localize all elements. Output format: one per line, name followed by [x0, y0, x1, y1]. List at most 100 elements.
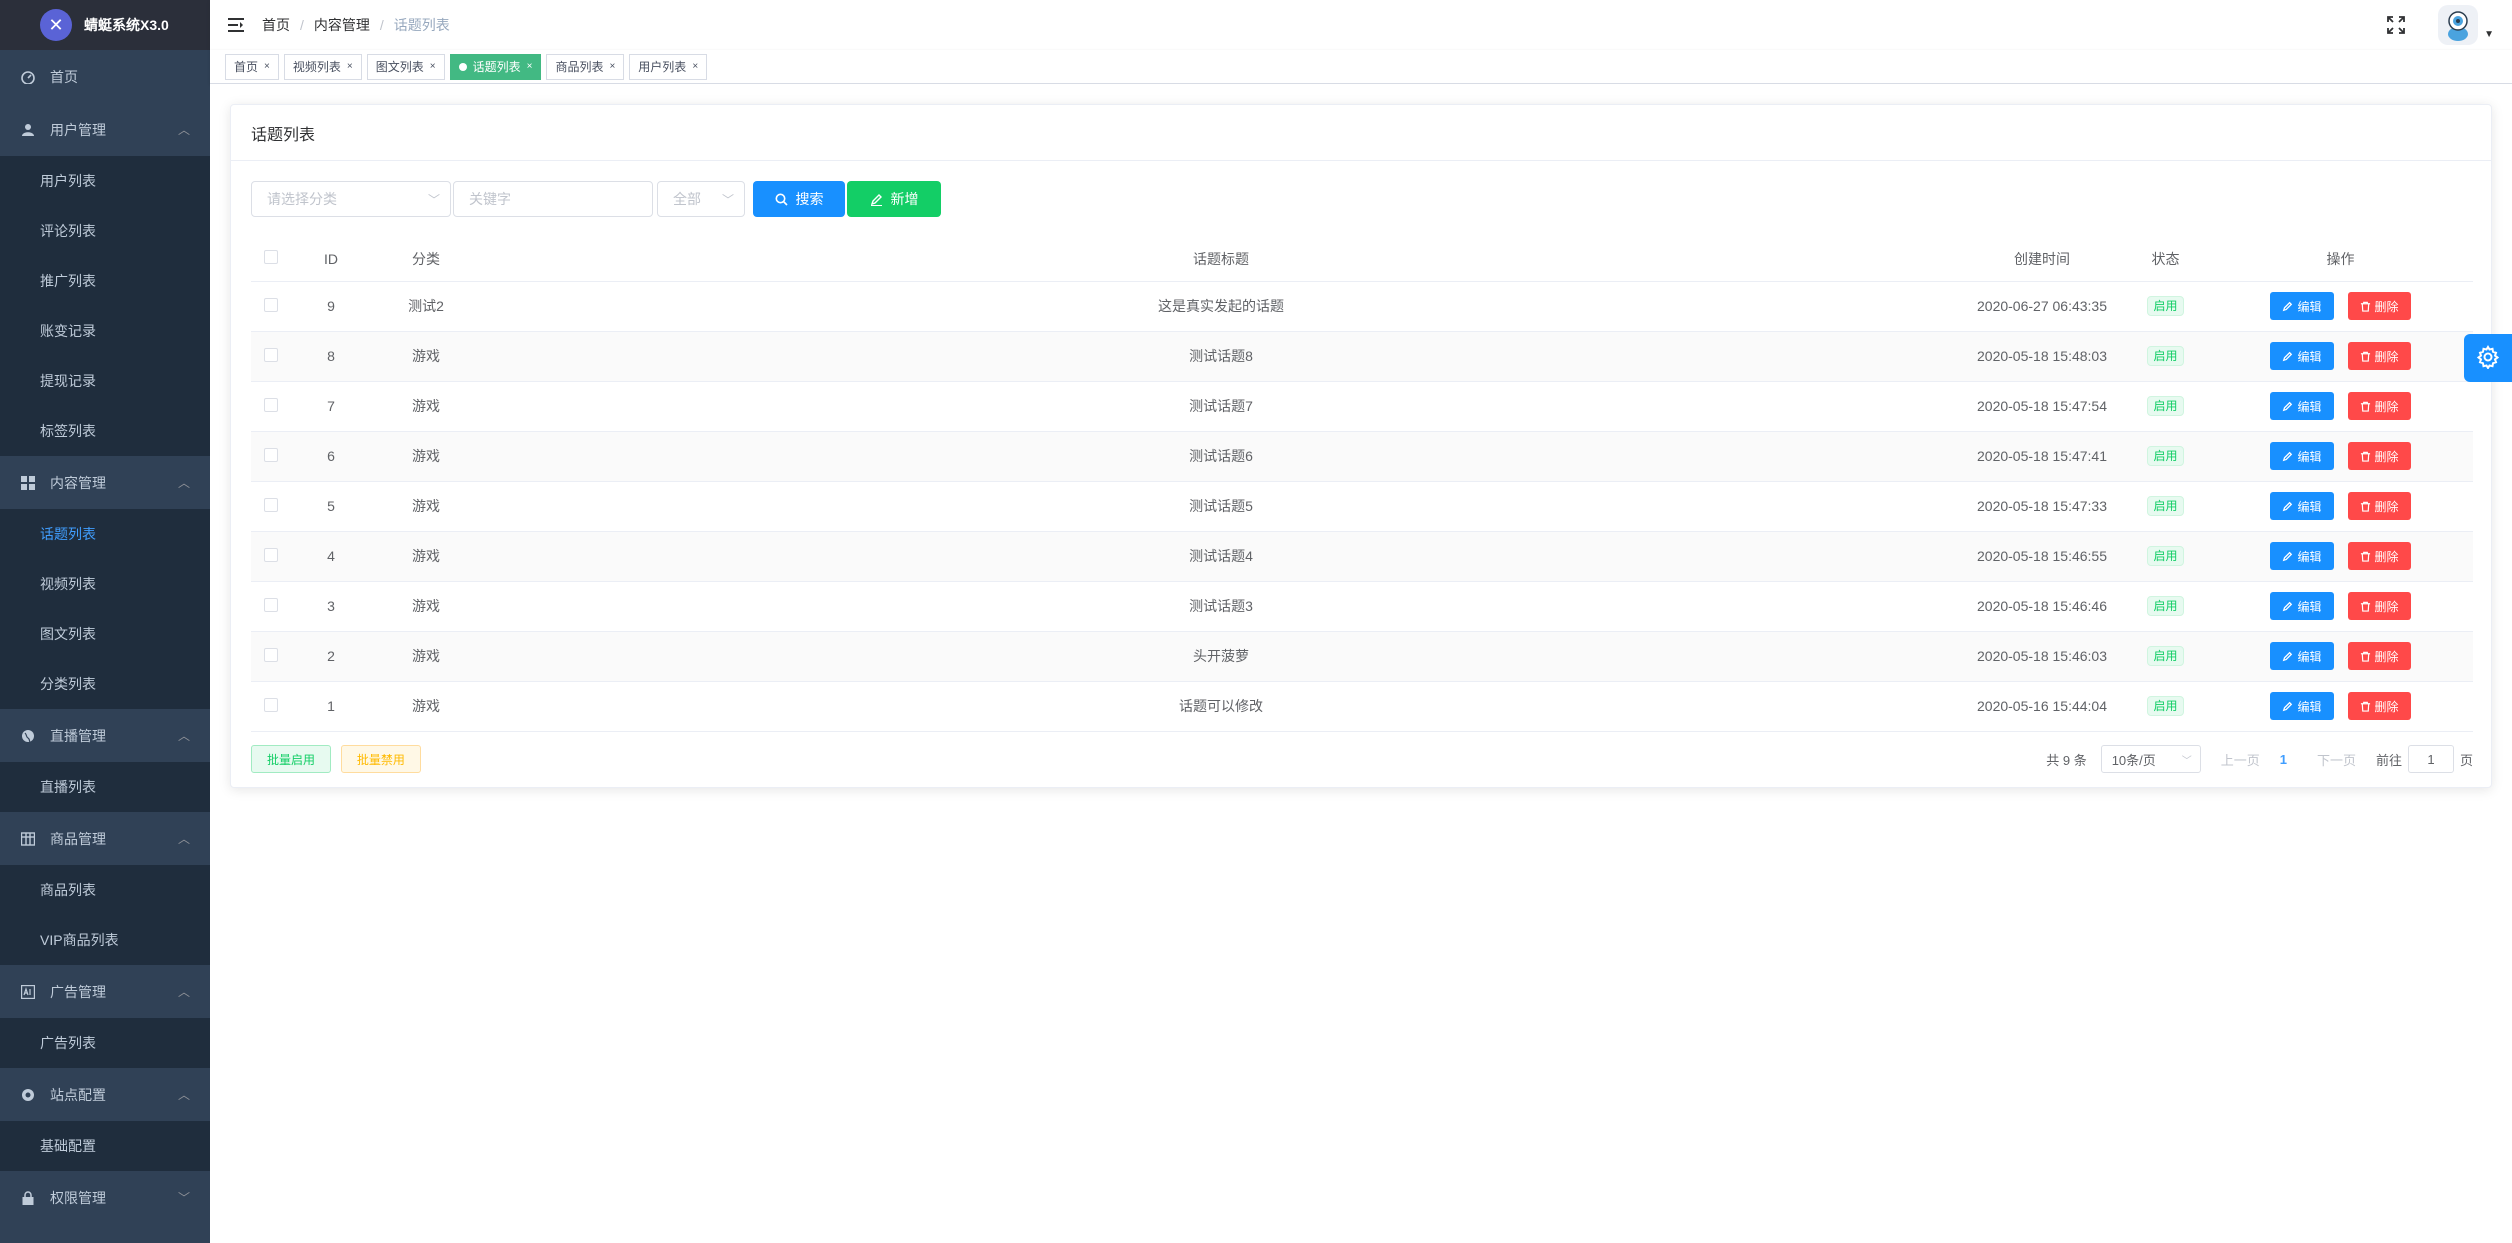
- row-select-cell: [251, 681, 291, 732]
- row-checkbox[interactable]: [264, 597, 278, 612]
- breadcrumb-home[interactable]: 首页: [262, 15, 290, 35]
- edit-button[interactable]: 编辑: [2270, 642, 2334, 670]
- breadcrumb-content-management[interactable]: 内容管理: [314, 15, 370, 35]
- sidebar-subitem-category-list[interactable]: 分类列表: [0, 659, 210, 709]
- sidebar-item-product-management[interactable]: 商品管理 ︿: [0, 812, 210, 865]
- delete-button[interactable]: 删除: [2347, 592, 2411, 620]
- next-page-button[interactable]: 下一页: [2317, 750, 2356, 769]
- settings-button[interactable]: [2464, 334, 2512, 382]
- topic-table: ID 分类 话题标题 创建时间 状态 操作 9 测试2 这是真实发起的话题 2020-…: [251, 237, 2473, 732]
- close-icon[interactable]: ×: [692, 61, 698, 72]
- add-button[interactable]: 新增: [847, 181, 941, 217]
- sidebar-item-ad-management[interactable]: 广告管理 ︿: [0, 965, 210, 1018]
- edit-icon: [2282, 701, 2293, 712]
- delete-button[interactable]: 删除: [2347, 692, 2411, 720]
- page-size-select[interactable]: 10条/页 ﹀: [2100, 745, 2201, 773]
- edit-button[interactable]: 编辑: [2270, 392, 2334, 420]
- select-all-checkbox[interactable]: [264, 250, 278, 265]
- sidebar-subitem-topic-list[interactable]: 话题列表: [0, 509, 210, 559]
- row-checkbox[interactable]: [264, 497, 278, 512]
- row-checkbox[interactable]: [264, 697, 278, 712]
- sidebar-subitem-promotion-list[interactable]: 推广列表: [0, 256, 210, 306]
- edit-button[interactable]: 编辑: [2270, 492, 2334, 520]
- tag-user-list[interactable]: 用户列表 ×: [629, 53, 708, 80]
- row-checkbox[interactable]: [264, 347, 278, 362]
- sidebar-subitem-product-list[interactable]: 商品列表: [0, 865, 210, 915]
- sidebar-subitem-ad-list[interactable]: 广告列表: [0, 1018, 210, 1068]
- delete-button[interactable]: 删除: [2347, 292, 2411, 320]
- sidebar-subitem-comment-list[interactable]: 评论列表: [0, 206, 210, 256]
- cell-category: 游戏: [371, 631, 481, 682]
- delete-button[interactable]: 删除: [2347, 442, 2411, 470]
- edit-icon: [2282, 501, 2293, 512]
- close-icon[interactable]: ×: [609, 61, 615, 72]
- batch-enable-button[interactable]: 批量启用: [251, 745, 332, 773]
- sidebar-subitem-user-list[interactable]: 用户列表: [0, 156, 210, 206]
- tag-product-list[interactable]: 商品列表 ×: [546, 53, 625, 80]
- delete-button[interactable]: 删除: [2347, 492, 2411, 520]
- sidebar-item-site-config[interactable]: 站点配置 ︿: [0, 1068, 210, 1121]
- delete-button-label: 删除: [2374, 349, 2399, 364]
- page-number[interactable]: 1: [2280, 752, 2287, 767]
- row-checkbox[interactable]: [264, 397, 278, 412]
- sidebar-subitem-live-list[interactable]: 直播列表: [0, 762, 210, 812]
- delete-button[interactable]: 删除: [2347, 342, 2411, 370]
- tag-home[interactable]: 首页 ×: [225, 53, 279, 80]
- sidebar-item-home[interactable]: 首页: [0, 50, 210, 103]
- cell-status: 启用: [2123, 481, 2208, 532]
- batch-disable-button[interactable]: 批量禁用: [340, 745, 421, 773]
- logo-area[interactable]: ✕ 蜻蜓系统X3.0: [0, 0, 210, 50]
- status-select[interactable]: 全部 ﹀: [657, 181, 745, 217]
- delete-button-label: 删除: [2374, 299, 2399, 314]
- cell-status: 启用: [2123, 681, 2208, 732]
- cell-status: 启用: [2123, 381, 2208, 432]
- sidebar-item-live-management[interactable]: 直播管理 ︿: [0, 709, 210, 762]
- edit-button[interactable]: 编辑: [2270, 692, 2334, 720]
- navbar: 首页 / 内容管理 / 话题列表 ▼: [210, 0, 2512, 50]
- category-select[interactable]: 请选择分类 ﹀: [251, 181, 451, 217]
- fullscreen-icon[interactable]: [2386, 15, 2406, 35]
- status-badge: 启用: [2147, 496, 2184, 516]
- tag-article-list[interactable]: 图文列表 ×: [366, 53, 445, 80]
- edit-button[interactable]: 编辑: [2270, 592, 2334, 620]
- close-icon[interactable]: ×: [527, 61, 533, 72]
- sidebar-subitem-vip-product-list[interactable]: VIP商品列表: [0, 915, 210, 965]
- caret-down-icon[interactable]: ▼: [2484, 29, 2494, 40]
- edit-button[interactable]: 编辑: [2270, 292, 2334, 320]
- delete-button[interactable]: 删除: [2347, 642, 2411, 670]
- sidebar-subitem-withdrawals[interactable]: 提现记录: [0, 356, 210, 406]
- tag-video-list[interactable]: 视频列表 ×: [283, 53, 362, 80]
- row-checkbox[interactable]: [264, 547, 278, 562]
- sidebar: ✕ 蜻蜓系统X3.0 首页 用户管理 ︿ 用户列表 评论列表 推广列表 账变记录…: [0, 0, 210, 1243]
- sidebar-item-permission-management[interactable]: 权限管理 ﹀: [0, 1171, 210, 1224]
- keyword-input[interactable]: [453, 181, 653, 217]
- row-select-cell: [251, 331, 291, 382]
- avatar[interactable]: [2438, 5, 2479, 45]
- sidebar-subitem-account-changes[interactable]: 账变记录: [0, 306, 210, 356]
- row-checkbox[interactable]: [264, 447, 278, 462]
- hamburger-icon[interactable]: [228, 17, 244, 33]
- cell-status: 启用: [2123, 531, 2208, 582]
- sidebar-subitem-basic-config[interactable]: 基础配置: [0, 1121, 210, 1171]
- delete-button[interactable]: 删除: [2347, 542, 2411, 570]
- sidebar-subitem-video-list[interactable]: 视频列表: [0, 559, 210, 609]
- search-button[interactable]: 搜索: [753, 181, 845, 217]
- tag-topic-list[interactable]: 话题列表 ×: [449, 53, 542, 80]
- edit-button[interactable]: 编辑: [2270, 542, 2334, 570]
- status-badge: 启用: [2147, 346, 2184, 366]
- sidebar-subitem-tag-list[interactable]: 标签列表: [0, 406, 210, 456]
- table-row: 6 游戏 测试话题6 2020-05-18 15:47:41 启用 编辑 删除: [251, 431, 2473, 482]
- close-icon[interactable]: ×: [430, 61, 436, 72]
- close-icon[interactable]: ×: [347, 61, 353, 72]
- edit-button[interactable]: 编辑: [2270, 442, 2334, 470]
- prev-page-button[interactable]: 上一页: [2221, 750, 2260, 769]
- goto-page-input[interactable]: [2407, 745, 2454, 773]
- close-icon[interactable]: ×: [264, 61, 270, 72]
- row-checkbox[interactable]: [264, 647, 278, 662]
- sidebar-subitem-article-list[interactable]: 图文列表: [0, 609, 210, 659]
- row-checkbox[interactable]: [264, 297, 278, 312]
- delete-button[interactable]: 删除: [2347, 392, 2411, 420]
- sidebar-item-content-management[interactable]: 内容管理 ︿: [0, 456, 210, 509]
- edit-button[interactable]: 编辑: [2270, 342, 2334, 370]
- sidebar-item-user-management[interactable]: 用户管理 ︿: [0, 103, 210, 156]
